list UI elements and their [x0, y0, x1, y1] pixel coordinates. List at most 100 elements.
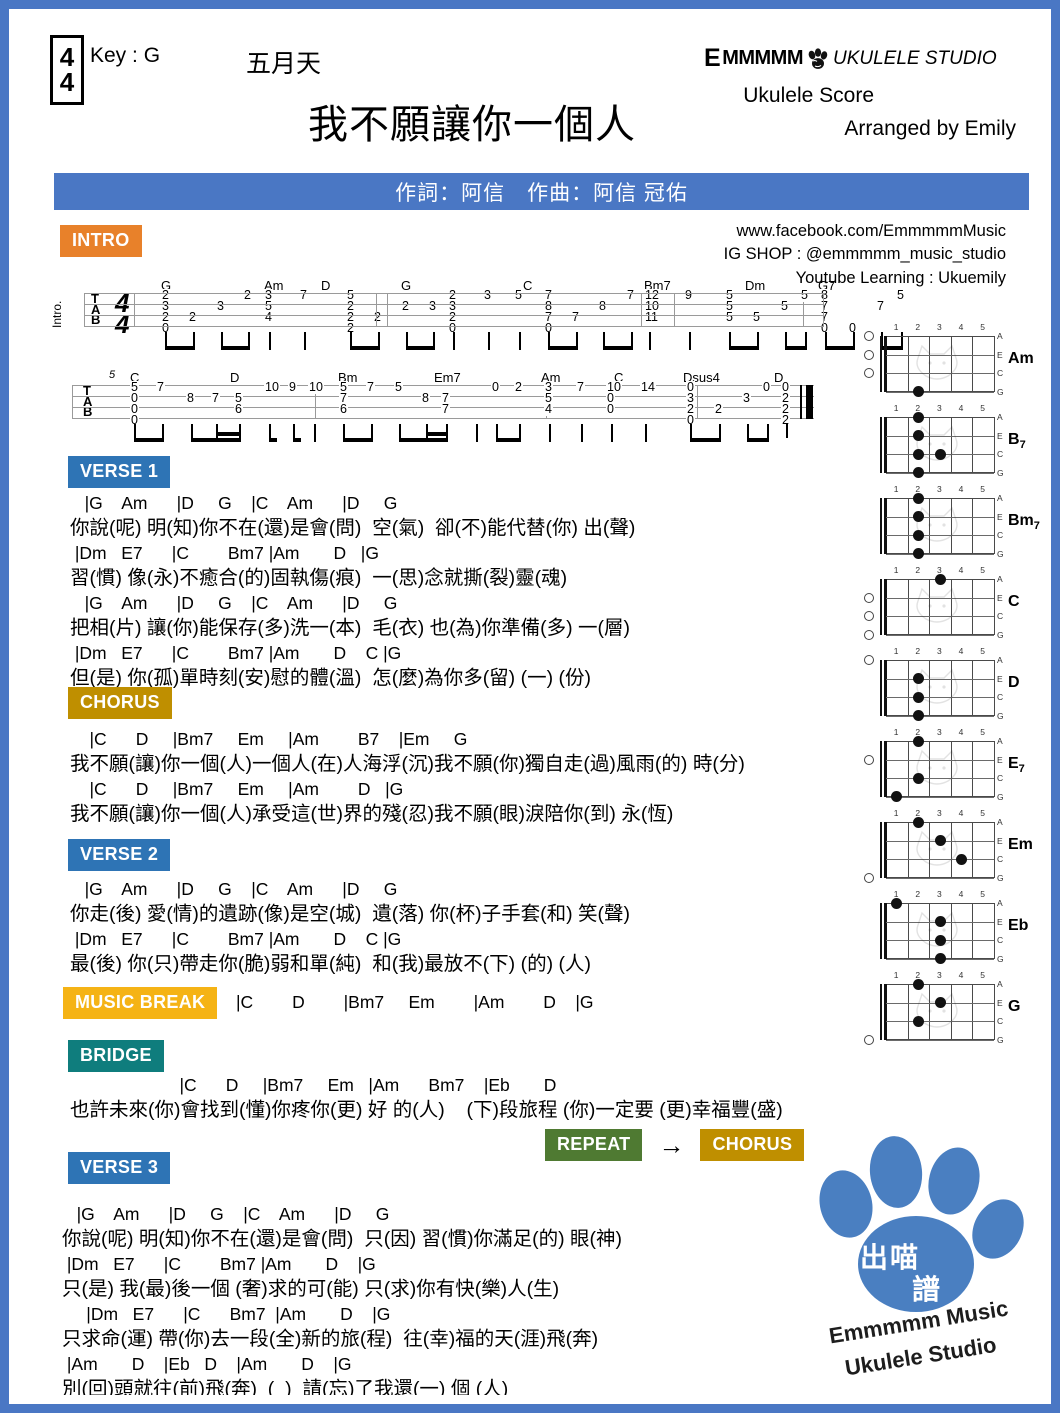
chord-finger-dot: [912, 1015, 924, 1027]
chord-line: |G Am |D G |C Am |D G: [70, 593, 398, 613]
chord-diagram-bm7: 1 2 3 4 5 A E C G Bm7: [858, 482, 1040, 565]
chord-string-name: G: [997, 548, 1004, 559]
chord-string-name: G: [997, 872, 1004, 883]
chord-fret-line: [950, 417, 952, 473]
lyric-line: 習(慣) 像(永)不癒合(的)固執傷(痕) 一(思)念就撕(裂)靈(魂): [70, 567, 568, 589]
chord-string-line: [886, 715, 994, 717]
chord-string-name: G: [997, 386, 1004, 397]
chord-string-line: [886, 354, 994, 356]
score-page: 4 4 Key : G 五月天 我不願讓你一個人 E MMMMM UKULELE…: [0, 0, 1060, 1413]
chord-fret-number: 3: [937, 403, 942, 413]
chord-name-label: Bm7: [1008, 512, 1040, 533]
chord-line: |Dm E7 |C Bm7 |Am D C |G: [70, 643, 402, 663]
chord-fret-number: 1: [893, 565, 899, 575]
chord-nut-edge: [880, 579, 882, 635]
chord-string-line: [886, 697, 994, 699]
chord-string-line: [886, 759, 994, 761]
chord-string-line: [886, 1021, 994, 1023]
chord-string-name: E: [997, 673, 1003, 684]
chord-name-label: B7: [1008, 431, 1026, 452]
chord-fret-number: 5: [980, 322, 985, 332]
chord-finger-dot: [912, 978, 924, 990]
chord-nut: [884, 903, 887, 959]
chord-finger-dot: [891, 791, 903, 803]
chord-string-name: G: [997, 710, 1004, 721]
chord-finger-dot: [912, 735, 924, 747]
chord-string-name: C: [997, 935, 1004, 946]
chord-finger-dot: [912, 386, 924, 398]
chord-finger-dot: [912, 691, 924, 703]
chord-name-label: C: [1008, 593, 1020, 610]
chord-name-label: Em: [1008, 836, 1033, 853]
chord-fret-number: 5: [980, 484, 985, 494]
chord-fret-number: 4: [958, 646, 964, 656]
chord-fret-number: 3: [937, 889, 942, 899]
chord-fret-number: 5: [980, 970, 985, 980]
chord-line: |Dm E7 |C Bm7 |Am D C |G: [70, 929, 402, 949]
chord-fret-number: 5: [980, 727, 985, 737]
chord-diagram-column: 1 2 3 4 5 A E C G Am 1 2 3 4 5 A E C G B7 1 2 3 4 5 A E C G Bm7 1 2 3 4 5 A…: [858, 320, 1042, 1050]
chord-finger-dot: [934, 448, 946, 460]
chord-fret-number: 4: [958, 322, 964, 332]
chord-finger-dot: [934, 953, 946, 965]
chord-nut: [884, 984, 887, 1040]
chord-diagram-e7: 1 2 3 4 5 A E C G E7: [858, 725, 1033, 808]
chord-fret-number: 3: [937, 322, 942, 332]
lyrics-chorus: |C D |Bm7 Em |Am B7 |Em G 我不願(讓)你一個(人)一個…: [70, 727, 745, 827]
chord-fretboard: [886, 417, 994, 473]
chord-fret-line: [929, 336, 931, 392]
lyrics-verse1: |G Am |D G |C Am |D G 你說(呢) 明(知)你不在(還)是會…: [70, 491, 635, 691]
tab-chord-label: C: [523, 278, 533, 293]
chord-fret-number: 3: [937, 484, 942, 494]
facebook-link[interactable]: www.facebook.com/EmmmmmMusic: [724, 220, 1006, 243]
chord-finger-dot: [912, 411, 924, 423]
lyric-line: 你走(後) 愛(情)的遺跡(像)是空(城) 遺(落) 你(杯)子手套(和) 笑(…: [70, 903, 630, 925]
chord-fret-number: 4: [958, 403, 964, 413]
chord-fret-line: [907, 903, 909, 959]
tab-staff-row-2: TAB 5 C D Bm Em7 Am C Dsus4 D 5 0 0 0 7 …: [36, 368, 816, 444]
repeat-target-chorus[interactable]: CHORUS: [700, 1129, 805, 1161]
chord-string-name: C: [997, 449, 1004, 460]
chord-nut-edge: [880, 336, 882, 392]
chord-fretboard: [886, 741, 994, 797]
repeat-button[interactable]: REPEAT: [545, 1129, 643, 1161]
repeat-instruction: REPEAT → CHORUS: [545, 1129, 805, 1161]
chord-fret-line: [994, 579, 995, 635]
chord-nut: [884, 660, 887, 716]
chord-finger-dot: [934, 934, 946, 946]
chord-fret-line: [907, 579, 909, 635]
chord-string-name: C: [997, 1016, 1004, 1027]
chord-fret-line: [907, 660, 909, 716]
chord-line-music-break: |C D |Bm7 Em |Am D |G: [236, 992, 594, 1012]
chord-fret-line: [994, 741, 995, 797]
chord-fret-number: 5: [980, 646, 985, 656]
chord-string-name: A: [997, 574, 1003, 584]
chord-fret-line: [907, 822, 909, 878]
chord-finger-dot: [912, 448, 924, 460]
tab-chord-label: Dm: [745, 278, 766, 293]
chord-fret-line: [950, 579, 952, 635]
chord-finger-dot: [934, 835, 946, 847]
chord-fret-number: 4: [958, 565, 964, 575]
instagram-link[interactable]: IG SHOP : @emmmmm_music_studio: [724, 243, 1006, 266]
lyric-line: 別(回)頭就往(前)飛(奔) ( ) 請(忘)了我還(一) 個 (人): [62, 1378, 509, 1395]
brand-studio-text: UKULELE STUDIO: [833, 47, 997, 69]
lyrics-verse2: |G Am |D G |C Am |D G 你走(後) 愛(情)的遺跡(像)是空…: [70, 877, 630, 977]
chord-fret-number: 1: [893, 484, 899, 494]
studio-paw-logo: 出喵 譜 Emmmmm Music Ukulele Studio: [808, 1136, 1042, 1386]
chord-fret-line: [950, 822, 952, 878]
chord-finger-dot: [912, 467, 924, 479]
chord-string-name: G: [997, 467, 1004, 478]
tab-chord-label: D: [230, 370, 240, 385]
chord-string-name: A: [997, 979, 1003, 989]
chord-line: |G Am |D G |C Am |D G: [70, 879, 398, 899]
section-tag-chorus: CHORUS: [68, 687, 172, 719]
brand-logotype: E MMMMM UKULELE STUDIO: [704, 44, 1024, 73]
song-title: 我不願讓你一個人: [308, 103, 636, 147]
chord-line: |C D |Bm7 Em |Am Bm7 |Eb D: [160, 1075, 557, 1095]
chord-fret-line: [929, 660, 931, 716]
chord-fret-line: [972, 903, 974, 959]
chord-fret-line: [907, 417, 909, 473]
chord-fret-line: [907, 984, 909, 1040]
chord-line: |C D |Bm7 Em |Am D |G: [70, 779, 404, 799]
